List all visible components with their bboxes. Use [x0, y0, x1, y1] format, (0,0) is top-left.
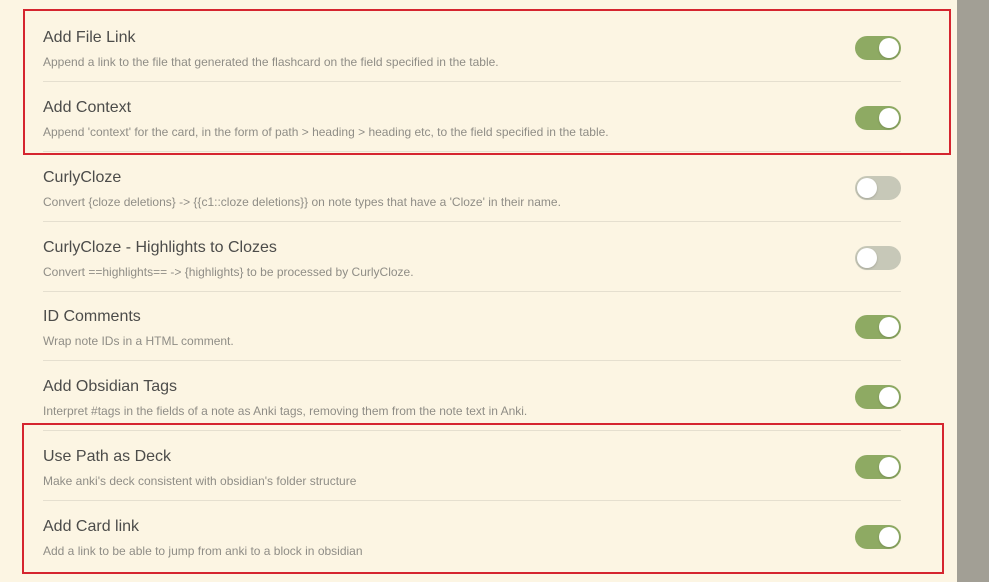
- setting-curlycloze: CurlyCloze Convert {cloze deletions} -> …: [43, 152, 901, 222]
- setting-name: CurlyCloze - Highlights to Clozes: [43, 239, 277, 256]
- setting-description: Make anki's deck consistent with obsidia…: [43, 474, 357, 488]
- setting-add-obsidian-tags: Add Obsidian Tags Interpret #tags in the…: [43, 361, 901, 431]
- setting-name: Use Path as Deck: [43, 448, 172, 465]
- setting-add-file-link: Add File Link Append a link to the file …: [43, 12, 901, 82]
- add-file-link-toggle[interactable]: [855, 36, 901, 60]
- add-obsidian-tags-toggle[interactable]: [855, 385, 901, 409]
- setting-name: Add Card link: [43, 518, 140, 535]
- setting-id-comments: ID Comments Wrap note IDs in a HTML comm…: [43, 291, 901, 361]
- setting-use-path-as-deck: Use Path as Deck Make anki's deck consis…: [43, 431, 901, 501]
- setting-description: Append a link to the file that generated…: [43, 55, 499, 69]
- curlycloze-toggle[interactable]: [855, 176, 901, 200]
- add-card-link-toggle[interactable]: [855, 525, 901, 549]
- setting-description: Interpret #tags in the fields of a note …: [43, 404, 528, 418]
- toggle-knob: [857, 248, 877, 268]
- setting-name: ID Comments: [43, 308, 141, 325]
- settings-panel: Add File Link Append a link to the file …: [0, 0, 957, 582]
- setting-description: Append 'context' for the card, in the fo…: [43, 125, 609, 139]
- id-comments-toggle[interactable]: [855, 315, 901, 339]
- add-context-toggle[interactable]: [855, 106, 901, 130]
- toggle-knob: [879, 387, 899, 407]
- toggle-knob: [879, 317, 899, 337]
- setting-description: Convert ==highlights== -> {highlights} t…: [43, 265, 414, 279]
- setting-add-context: Add Context Append 'context' for the car…: [43, 82, 901, 152]
- setting-name: CurlyCloze: [43, 169, 122, 186]
- toggle-knob: [857, 178, 877, 198]
- toggle-knob: [879, 527, 899, 547]
- setting-description: Wrap note IDs in a HTML comment.: [43, 334, 234, 348]
- toggle-knob: [879, 108, 899, 128]
- setting-description: Convert {cloze deletions} -> {{c1::cloze…: [43, 195, 561, 209]
- setting-add-card-link: Add Card link Add a link to be able to j…: [43, 501, 901, 571]
- use-path-as-deck-toggle[interactable]: [855, 455, 901, 479]
- setting-curlycloze-highlights: CurlyCloze - Highlights to Clozes Conver…: [43, 222, 901, 292]
- setting-name: Add Context: [43, 99, 132, 116]
- toggle-knob: [879, 38, 899, 58]
- toggle-knob: [879, 457, 899, 477]
- setting-name: Add Obsidian Tags: [43, 378, 178, 395]
- setting-name: Add File Link: [43, 29, 136, 46]
- setting-description: Add a link to be able to jump from anki …: [43, 544, 363, 558]
- curlycloze-highlights-toggle[interactable]: [855, 246, 901, 270]
